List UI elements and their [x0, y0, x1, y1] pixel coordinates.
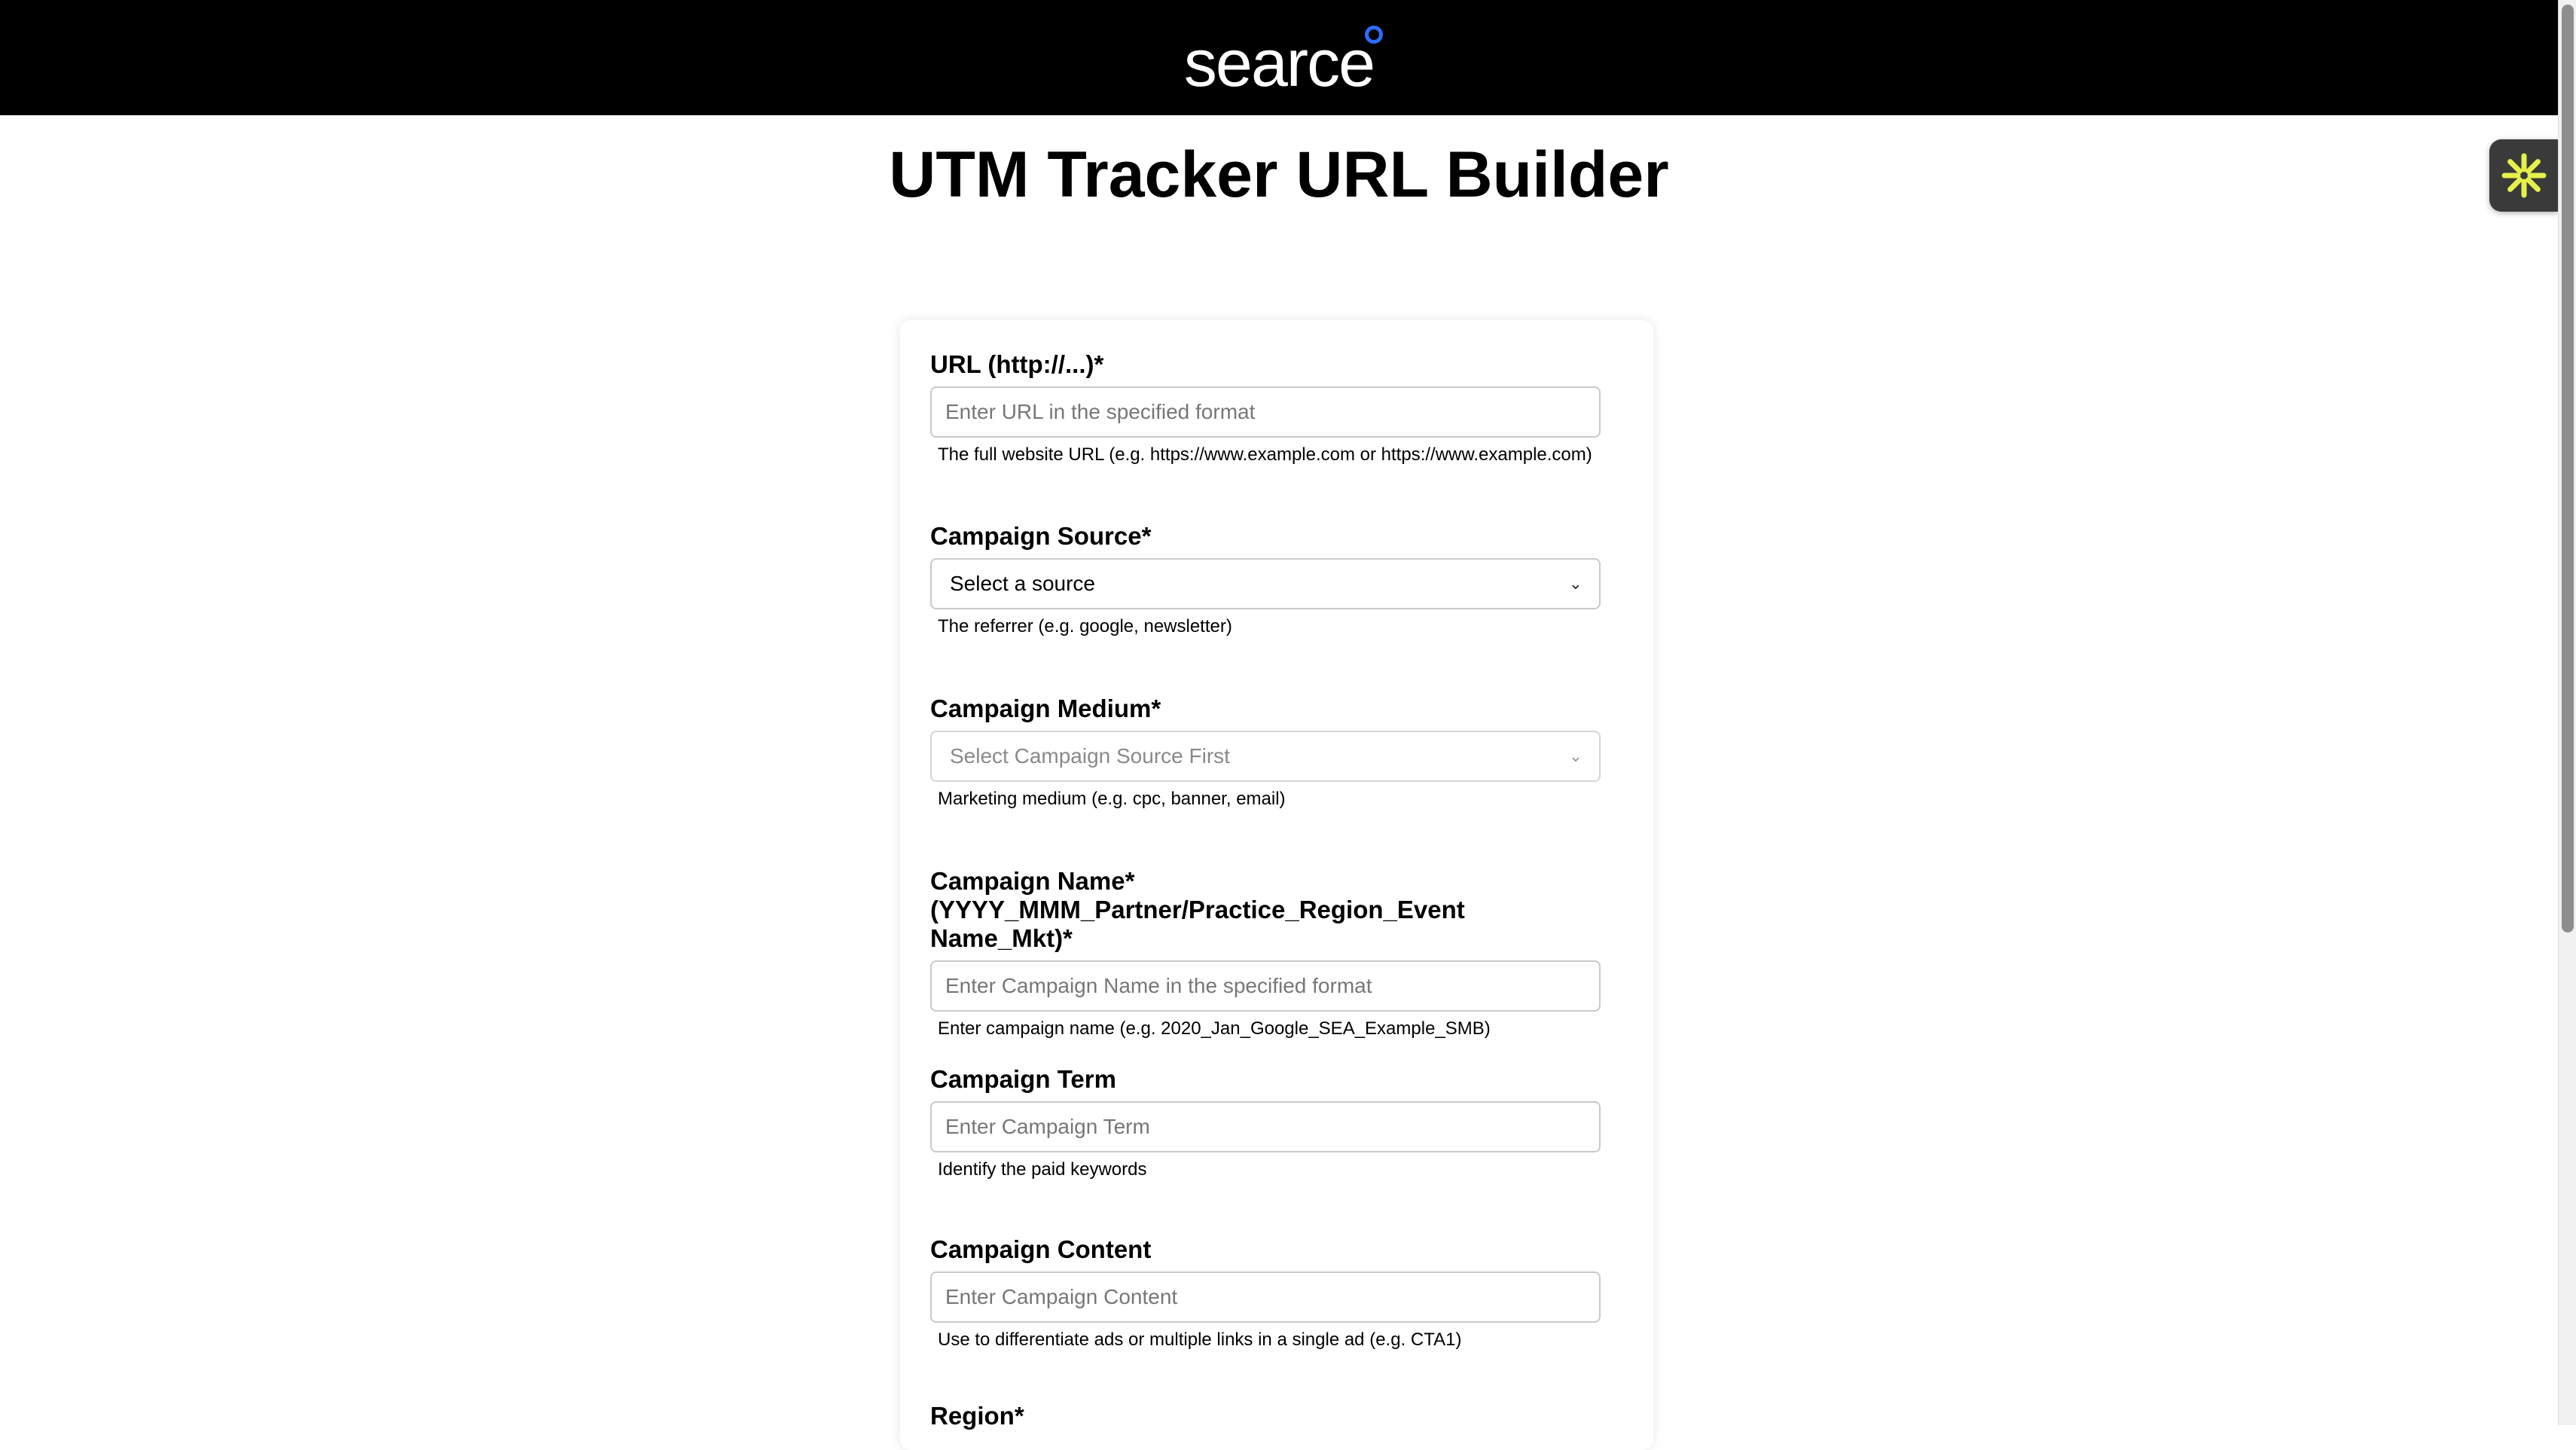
url-field-group: URL (http://...)* The full website URL (… [930, 350, 1601, 466]
url-help-text: The full website URL (e.g. https://www.e… [938, 444, 1592, 465]
campaign-term-input[interactable] [930, 1101, 1601, 1152]
url-input[interactable] [930, 386, 1601, 438]
top-bar: searce [0, 0, 2558, 115]
campaign-term-help-text: Identify the paid keywords [938, 1159, 1147, 1180]
medium-help-text: Marketing medium (e.g. cpc, banner, emai… [938, 789, 1286, 809]
region-label: Region* [930, 1402, 1024, 1430]
campaign-name-help-text: Enter campaign name (e.g. 2020_Jan_Googl… [938, 1018, 1491, 1039]
page-title: UTM Tracker URL Builder [889, 139, 1669, 211]
medium-field-group: Campaign Medium* Select Campaign Source … [930, 694, 1601, 810]
campaign-term-label: Campaign Term [930, 1065, 1116, 1093]
campaign-name-input[interactable] [930, 960, 1601, 1012]
source-label: Campaign Source* [930, 522, 1152, 550]
campaign-content-help-text: Use to differentiate ads or multiple lin… [938, 1329, 1462, 1350]
campaign-name-field-group: Campaign Name* (YYYY_MMM_Partner/Practic… [930, 867, 1601, 1040]
logo-ring-icon [1365, 26, 1384, 44]
chevron-down-icon: ⌄ [1568, 746, 1583, 765]
campaign-name-label: Campaign Name* [930, 867, 1135, 895]
page-scrollbar[interactable] [2558, 0, 2576, 1425]
medium-select-value: Select Campaign Source First [950, 744, 1230, 768]
logo-text: searce [1183, 25, 1375, 100]
source-help-text: The referrer (e.g. google, newsletter) [938, 616, 1232, 636]
url-label: URL (http://...)* [930, 350, 1104, 378]
asterisk-icon [2501, 153, 2547, 198]
region-field-group: Region* [930, 1402, 1601, 1430]
medium-label: Campaign Medium* [930, 694, 1161, 722]
campaign-content-field-group: Campaign Content Use to differentiate ad… [930, 1235, 1601, 1351]
utm-form-card: URL (http://...)* The full website URL (… [900, 320, 1653, 1450]
campaign-term-field-group: Campaign Term Identify the paid keywords [930, 1065, 1601, 1181]
source-select-value: Select a source [950, 572, 1095, 595]
campaign-content-input[interactable] [930, 1271, 1601, 1323]
searce-logo[interactable]: searce [1183, 0, 1384, 115]
medium-select[interactable]: Select Campaign Source First ⌄ [930, 731, 1601, 782]
campaign-name-format: (YYYY_MMM_Partner/Practice_Region_Event … [930, 896, 1465, 952]
source-select[interactable]: Select a source ⌄ [930, 558, 1601, 609]
source-field-group: Campaign Source* Select a source ⌄ The r… [930, 522, 1601, 638]
side-widget-button[interactable] [2489, 139, 2559, 212]
campaign-content-label: Campaign Content [930, 1235, 1152, 1263]
scrollbar-thumb[interactable] [2562, 5, 2574, 933]
chevron-down-icon: ⌄ [1568, 574, 1583, 593]
